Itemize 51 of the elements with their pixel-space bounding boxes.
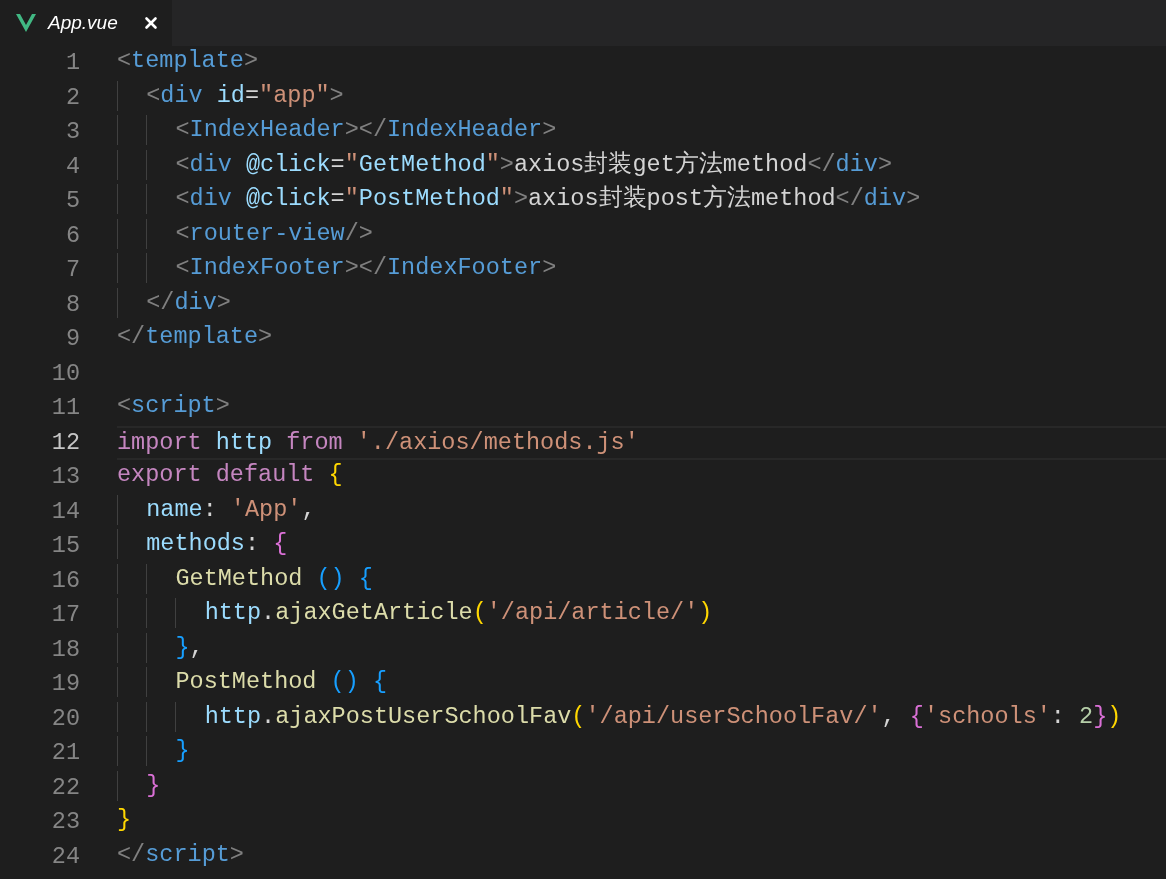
line-number: 2 xyxy=(64,82,80,113)
code-line: GetMethod () { xyxy=(117,563,373,598)
line-number: 3 xyxy=(64,117,80,147)
line-number: 1 xyxy=(64,48,80,78)
close-icon[interactable] xyxy=(142,14,160,32)
line-number: 24 xyxy=(50,841,80,872)
line-number: 9 xyxy=(64,324,80,354)
code-line: } xyxy=(117,805,132,835)
line-number: 20 xyxy=(50,703,80,734)
code-line: <template> xyxy=(117,46,259,76)
line-number: 11 xyxy=(50,393,80,423)
code-line: http.ajaxPostUserSchoolFav('/api/userSchoolFav/', {'schools': 2}) xyxy=(117,701,1122,736)
line-number: 22 xyxy=(50,772,80,803)
code-line: name: 'App', xyxy=(117,494,316,529)
code-line: </template> xyxy=(117,322,273,352)
line-number: 15 xyxy=(50,531,80,561)
code-line: </div> xyxy=(117,287,231,322)
code-line: <div @click="GetMethod">axios封装get方法method</div> xyxy=(117,149,893,184)
code-line: <router-view/> xyxy=(117,218,373,253)
code-line: </script> xyxy=(117,839,244,870)
line-number: 10 xyxy=(50,358,80,389)
code-line: <div @click="PostMethod">axios封装post方法method</div> xyxy=(117,184,921,219)
editor-tab[interactable]: App.vue xyxy=(0,0,172,46)
code-line: methods: { xyxy=(117,529,288,564)
line-number: 12 xyxy=(50,427,80,458)
line-number: 5 xyxy=(64,186,80,216)
line-number: 14 xyxy=(50,496,80,527)
line-number: 7 xyxy=(64,255,80,285)
line-number: 23 xyxy=(50,807,80,837)
tab-label: App.vue xyxy=(48,10,118,35)
code-line: http.ajaxGetArticle('/api/article/') xyxy=(117,598,713,633)
code-line: export default { xyxy=(117,460,343,490)
v-logo-icon xyxy=(16,14,36,32)
code-line: <IndexHeader></IndexHeader> xyxy=(117,115,557,150)
code-line: import http from './axios/methods.js' xyxy=(117,427,639,458)
code-line: <IndexFooter></IndexFooter> xyxy=(117,253,557,288)
line-number: 16 xyxy=(50,565,80,596)
line-number: 13 xyxy=(50,462,80,492)
line-number: 4 xyxy=(64,151,80,182)
line-number: 17 xyxy=(50,600,80,630)
code-line: <div id="app"> xyxy=(117,80,344,115)
code-line: <script> xyxy=(117,391,230,421)
line-number: 18 xyxy=(50,634,80,665)
code-line: PostMethod () { xyxy=(117,667,387,702)
code-line: } xyxy=(117,736,190,771)
code-line: }, xyxy=(117,632,204,667)
line-number: 8 xyxy=(64,289,80,320)
code-line: } xyxy=(117,770,161,805)
line-number: 6 xyxy=(64,220,80,251)
line-number: 19 xyxy=(50,669,80,699)
line-number: 21 xyxy=(50,738,80,768)
